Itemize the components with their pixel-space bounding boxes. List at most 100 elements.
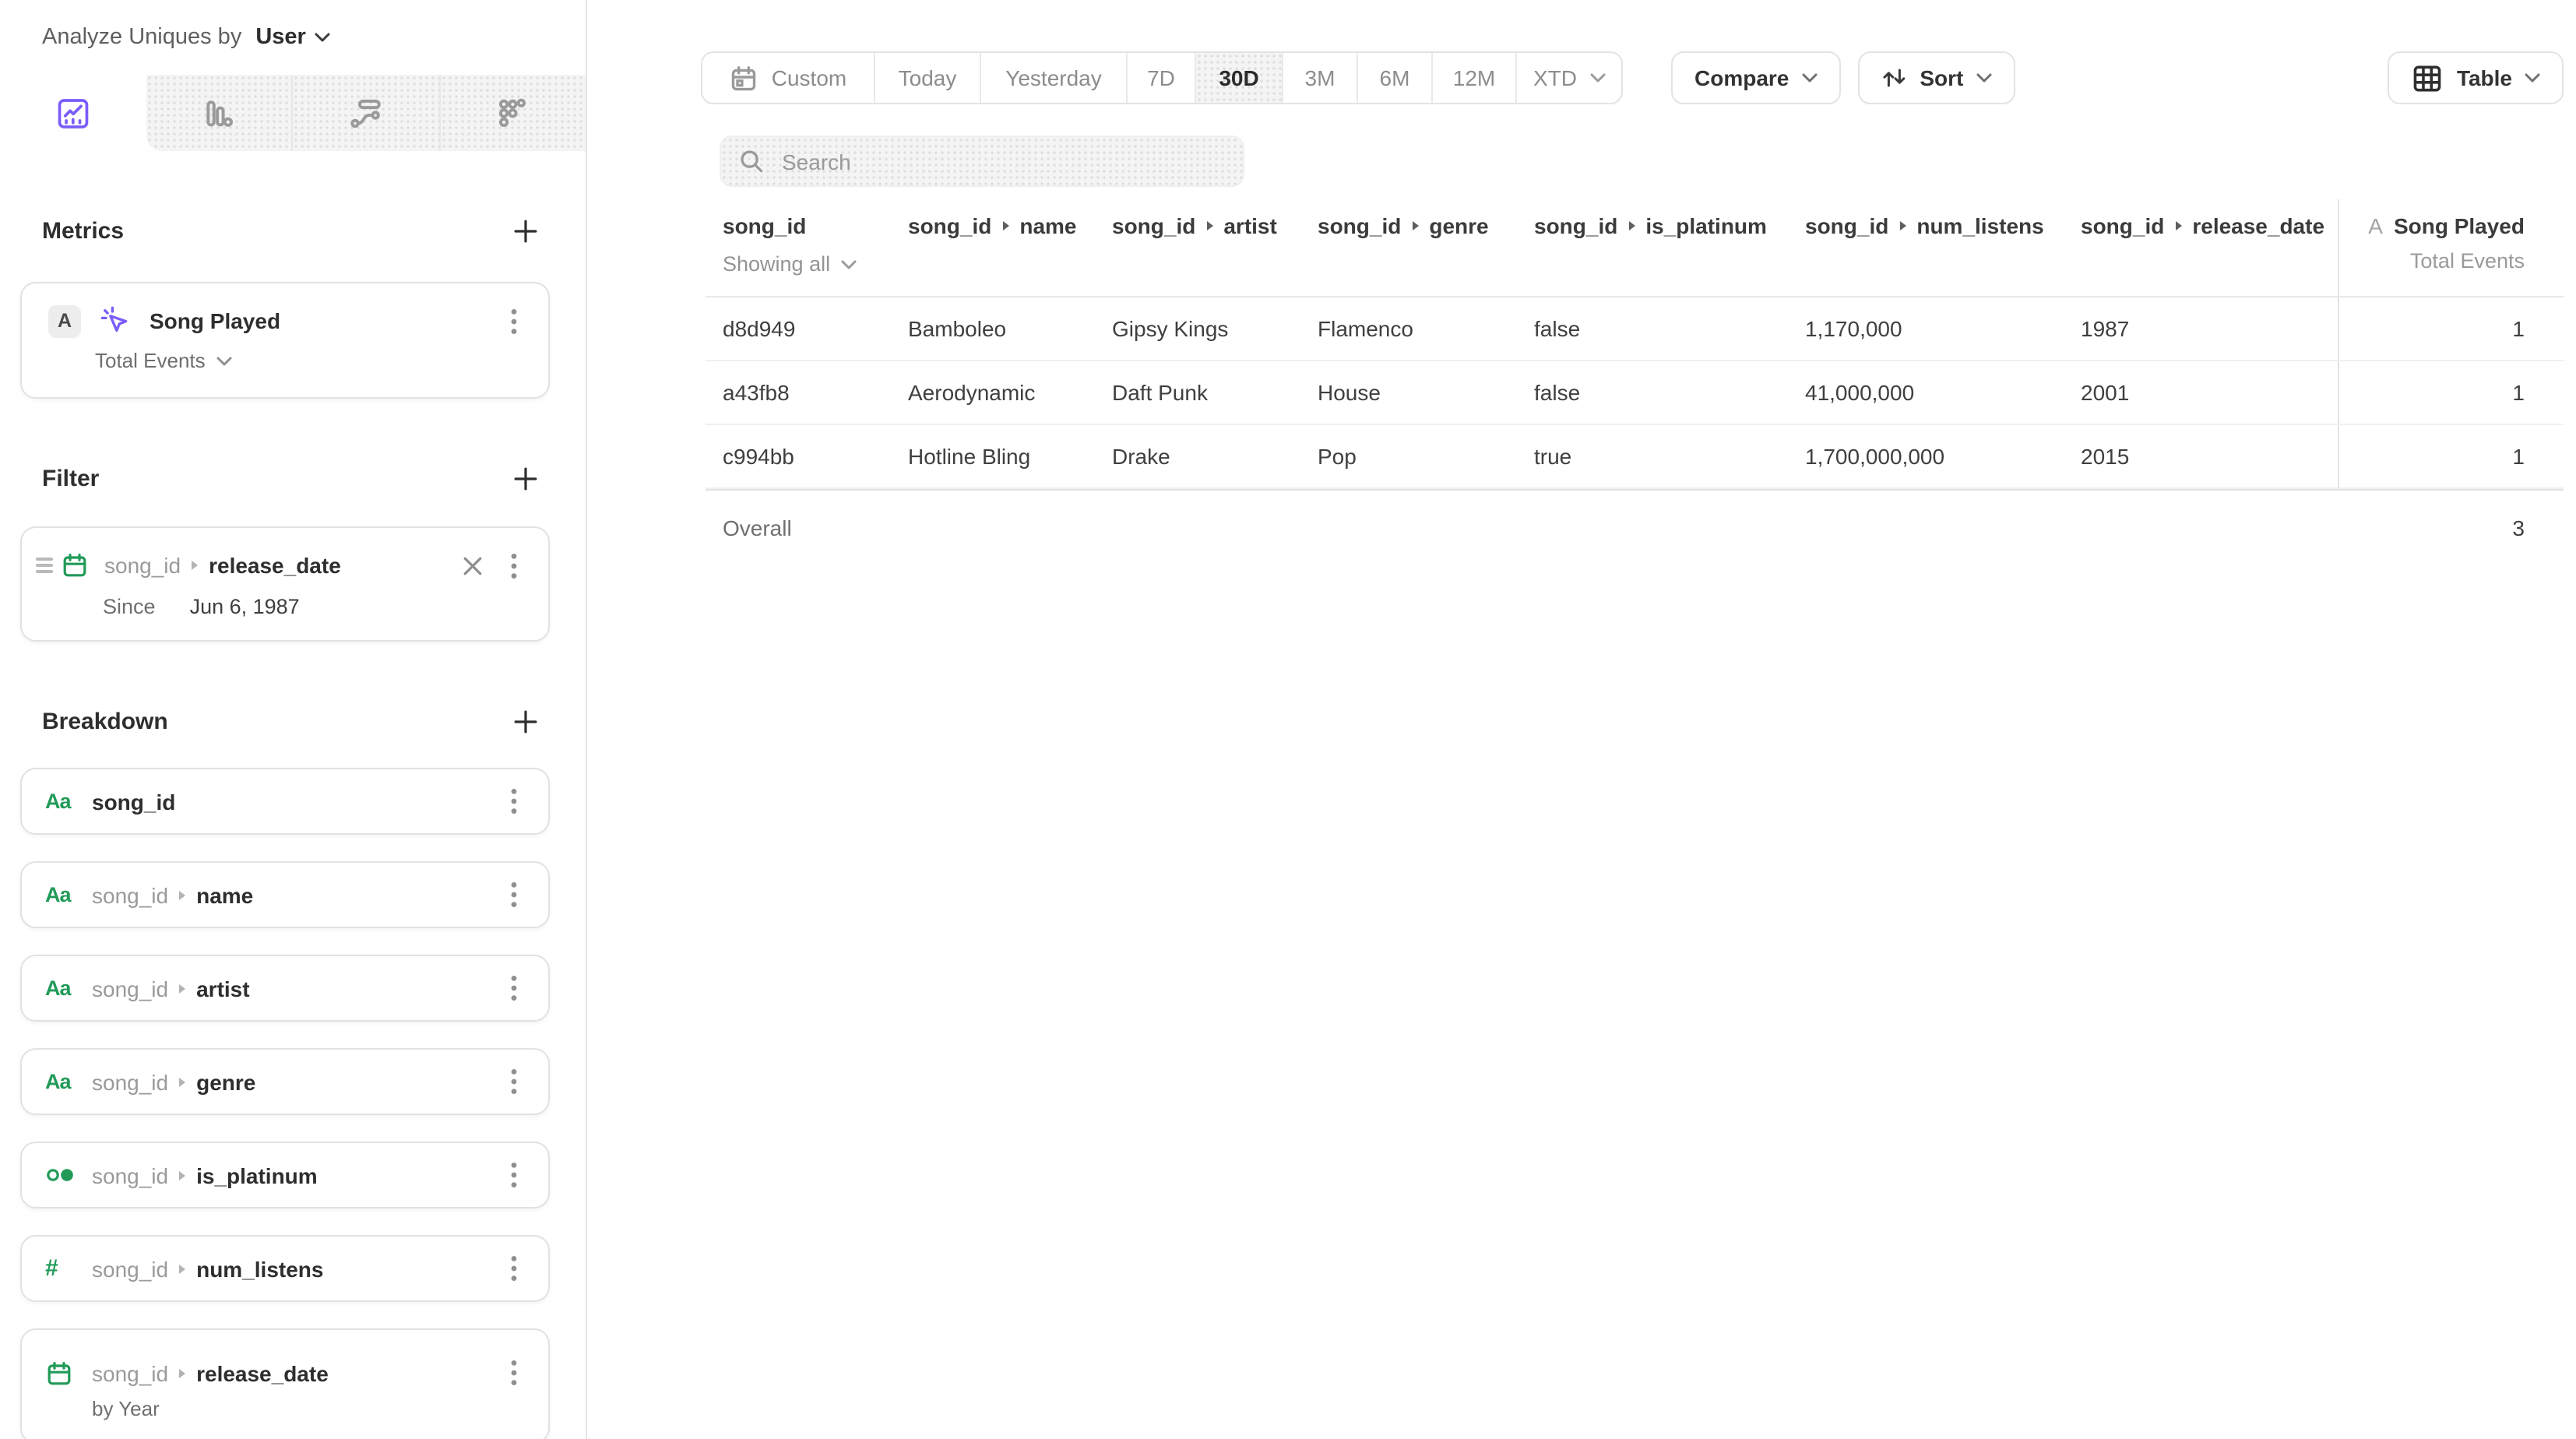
breadcrumb-arrow-icon xyxy=(1899,221,1906,230)
breadcrumb-arrow-icon xyxy=(179,890,185,899)
filter-operator: Since xyxy=(103,595,156,618)
date-range-30d[interactable]: 30D xyxy=(1195,53,1282,103)
breakdown-title: Breakdown xyxy=(42,708,168,734)
kebab-menu-icon[interactable] xyxy=(501,971,526,1005)
view-type-button[interactable]: Table xyxy=(2388,51,2564,104)
filter-value: Jun 6, 1987 xyxy=(190,595,300,618)
column-header-genre[interactable]: song_idgenre xyxy=(1318,199,1534,296)
kebab-menu-icon[interactable] xyxy=(501,1158,526,1192)
breadcrumb-arrow-icon xyxy=(1206,221,1212,230)
column-header-song-id[interactable]: song_id Showing all xyxy=(706,199,908,296)
metric-event-name: Song Played xyxy=(150,308,280,333)
breadcrumb-arrow-icon xyxy=(1002,221,1008,230)
table-row[interactable]: a43fb8 Aerodynamic Daft Punk House false… xyxy=(706,361,2564,425)
tab-flows[interactable] xyxy=(291,75,438,151)
analyze-header: Analyze Uniques by User xyxy=(0,0,586,75)
date-range-custom[interactable]: Custom xyxy=(702,53,874,103)
insights-line-chart-icon xyxy=(55,94,92,132)
analyze-label: Analyze Uniques by xyxy=(42,25,241,50)
entity-value: User xyxy=(255,25,306,50)
number-type-icon: # xyxy=(45,1255,79,1282)
breadcrumb-arrow-icon xyxy=(1628,221,1635,230)
add-breakdown-button[interactable] xyxy=(508,704,542,738)
tab-retention[interactable] xyxy=(438,75,586,151)
date-range-12m[interactable]: 12M xyxy=(1431,53,1515,103)
kebab-menu-icon[interactable] xyxy=(501,784,526,818)
kebab-menu-icon[interactable] xyxy=(501,1064,526,1099)
breakdown-item-release-date[interactable]: song_id release_date by Year xyxy=(20,1328,550,1439)
metric-value: 1 xyxy=(2338,361,2557,424)
retention-dots-icon xyxy=(494,94,532,132)
column-header-is-platinum[interactable]: song_idis_platinum xyxy=(1534,199,1805,296)
compare-button[interactable]: Compare xyxy=(1671,51,1840,104)
calendar-icon xyxy=(61,551,89,579)
string-type-icon: Aa xyxy=(45,1070,79,1093)
column-header-num-listens[interactable]: song_idnum_listens xyxy=(1805,199,2081,296)
tab-funnels[interactable] xyxy=(146,75,291,151)
column-header-release-date[interactable]: song_idrelease_date xyxy=(2081,199,2338,296)
breakdown-item-is-platinum[interactable]: song_id is_platinum xyxy=(20,1142,550,1209)
add-metric-button[interactable] xyxy=(508,213,542,248)
chevron-down-icon xyxy=(1589,73,1605,83)
calendar-icon xyxy=(730,63,759,93)
date-range-7d[interactable]: 7D xyxy=(1126,53,1195,103)
breakdown-item-song-id[interactable]: Aa song_id xyxy=(20,768,550,835)
add-filter-button[interactable] xyxy=(508,461,542,495)
breakdown-section-header: Breakdown xyxy=(20,704,550,738)
chevron-down-icon xyxy=(216,356,232,365)
column-header-metric[interactable]: A Song Played Total Events xyxy=(2338,199,2557,296)
table-search[interactable] xyxy=(720,135,1244,187)
kebab-menu-icon[interactable] xyxy=(501,1356,526,1390)
breadcrumb-arrow-icon xyxy=(179,1077,185,1086)
breakdown-item-artist[interactable]: Aa song_id artist xyxy=(20,955,550,1022)
search-input[interactable] xyxy=(779,147,1226,175)
calendar-icon xyxy=(45,1359,79,1387)
filter-property: song_id release_date xyxy=(104,553,341,578)
boolean-type-icon xyxy=(45,1165,79,1185)
table-header-row: song_id Showing all song_idname song_ida… xyxy=(706,199,2564,297)
series-letter: A xyxy=(2368,213,2383,238)
date-range-yesterday[interactable]: Yesterday xyxy=(980,53,1126,103)
kebab-menu-icon[interactable] xyxy=(501,878,526,912)
breakdown-modifier[interactable]: by Year xyxy=(92,1396,526,1420)
overall-value: 3 xyxy=(2338,491,2557,564)
kebab-menu-icon[interactable] xyxy=(501,304,526,338)
filter-condition[interactable]: Since Jun 6, 1987 xyxy=(103,595,526,618)
date-range-today[interactable]: Today xyxy=(874,53,980,103)
kebab-menu-icon[interactable] xyxy=(501,1251,526,1286)
date-range-3m[interactable]: 3M xyxy=(1282,53,1357,103)
drag-handle-icon[interactable] xyxy=(36,558,53,573)
sort-button[interactable]: Sort xyxy=(1857,51,2015,104)
chevron-down-icon xyxy=(841,259,857,269)
remove-filter-button[interactable] xyxy=(458,551,486,579)
breakdown-item-name[interactable]: Aa song_id name xyxy=(20,861,550,928)
metric-aggregation: Total Events xyxy=(2410,249,2525,273)
filter-card[interactable]: song_id release_date Since Jun 6, 1987 xyxy=(20,526,550,642)
funnels-bar-chart-icon xyxy=(200,94,238,132)
table-row[interactable]: d8d949 Bamboleo Gipsy Kings Flamenco fal… xyxy=(706,297,2564,361)
report-toolbar: Custom Today Yesterday 7D 30D 3M 6M 12M … xyxy=(701,51,2564,104)
breadcrumb-arrow-icon xyxy=(2175,221,2181,230)
metrics-section-header: Metrics xyxy=(20,213,550,248)
date-range-xtd[interactable]: XTD xyxy=(1515,53,1621,103)
column-header-artist[interactable]: song_idartist xyxy=(1112,199,1318,296)
table-row[interactable]: c994bb Hotline Bling Drake Pop true 1,70… xyxy=(706,425,2564,489)
table-grid-icon xyxy=(2412,62,2444,94)
metrics-title: Metrics xyxy=(42,217,124,244)
entity-selector[interactable]: User xyxy=(255,25,331,50)
metric-card[interactable]: A Song Played xyxy=(20,282,550,399)
date-range-6m[interactable]: 6M xyxy=(1357,53,1431,103)
kebab-menu-icon[interactable] xyxy=(501,548,526,582)
breadcrumb-arrow-icon xyxy=(179,983,185,993)
tab-insights[interactable] xyxy=(0,75,146,151)
aggregation-selector[interactable]: Total Events xyxy=(95,349,526,372)
showing-all-selector[interactable]: Showing all xyxy=(723,252,908,276)
column-header-name[interactable]: song_idname xyxy=(908,199,1112,296)
metric-name: Song Played xyxy=(2394,213,2525,238)
chevron-down-icon xyxy=(1976,73,1991,83)
plus-icon xyxy=(513,709,537,733)
results-table: song_id Showing all song_idname song_ida… xyxy=(706,199,2564,564)
breakdown-item-genre[interactable]: Aa song_id genre xyxy=(20,1048,550,1115)
breakdown-item-num-listens[interactable]: # song_id num_listens xyxy=(20,1235,550,1302)
flows-icon xyxy=(347,94,385,132)
